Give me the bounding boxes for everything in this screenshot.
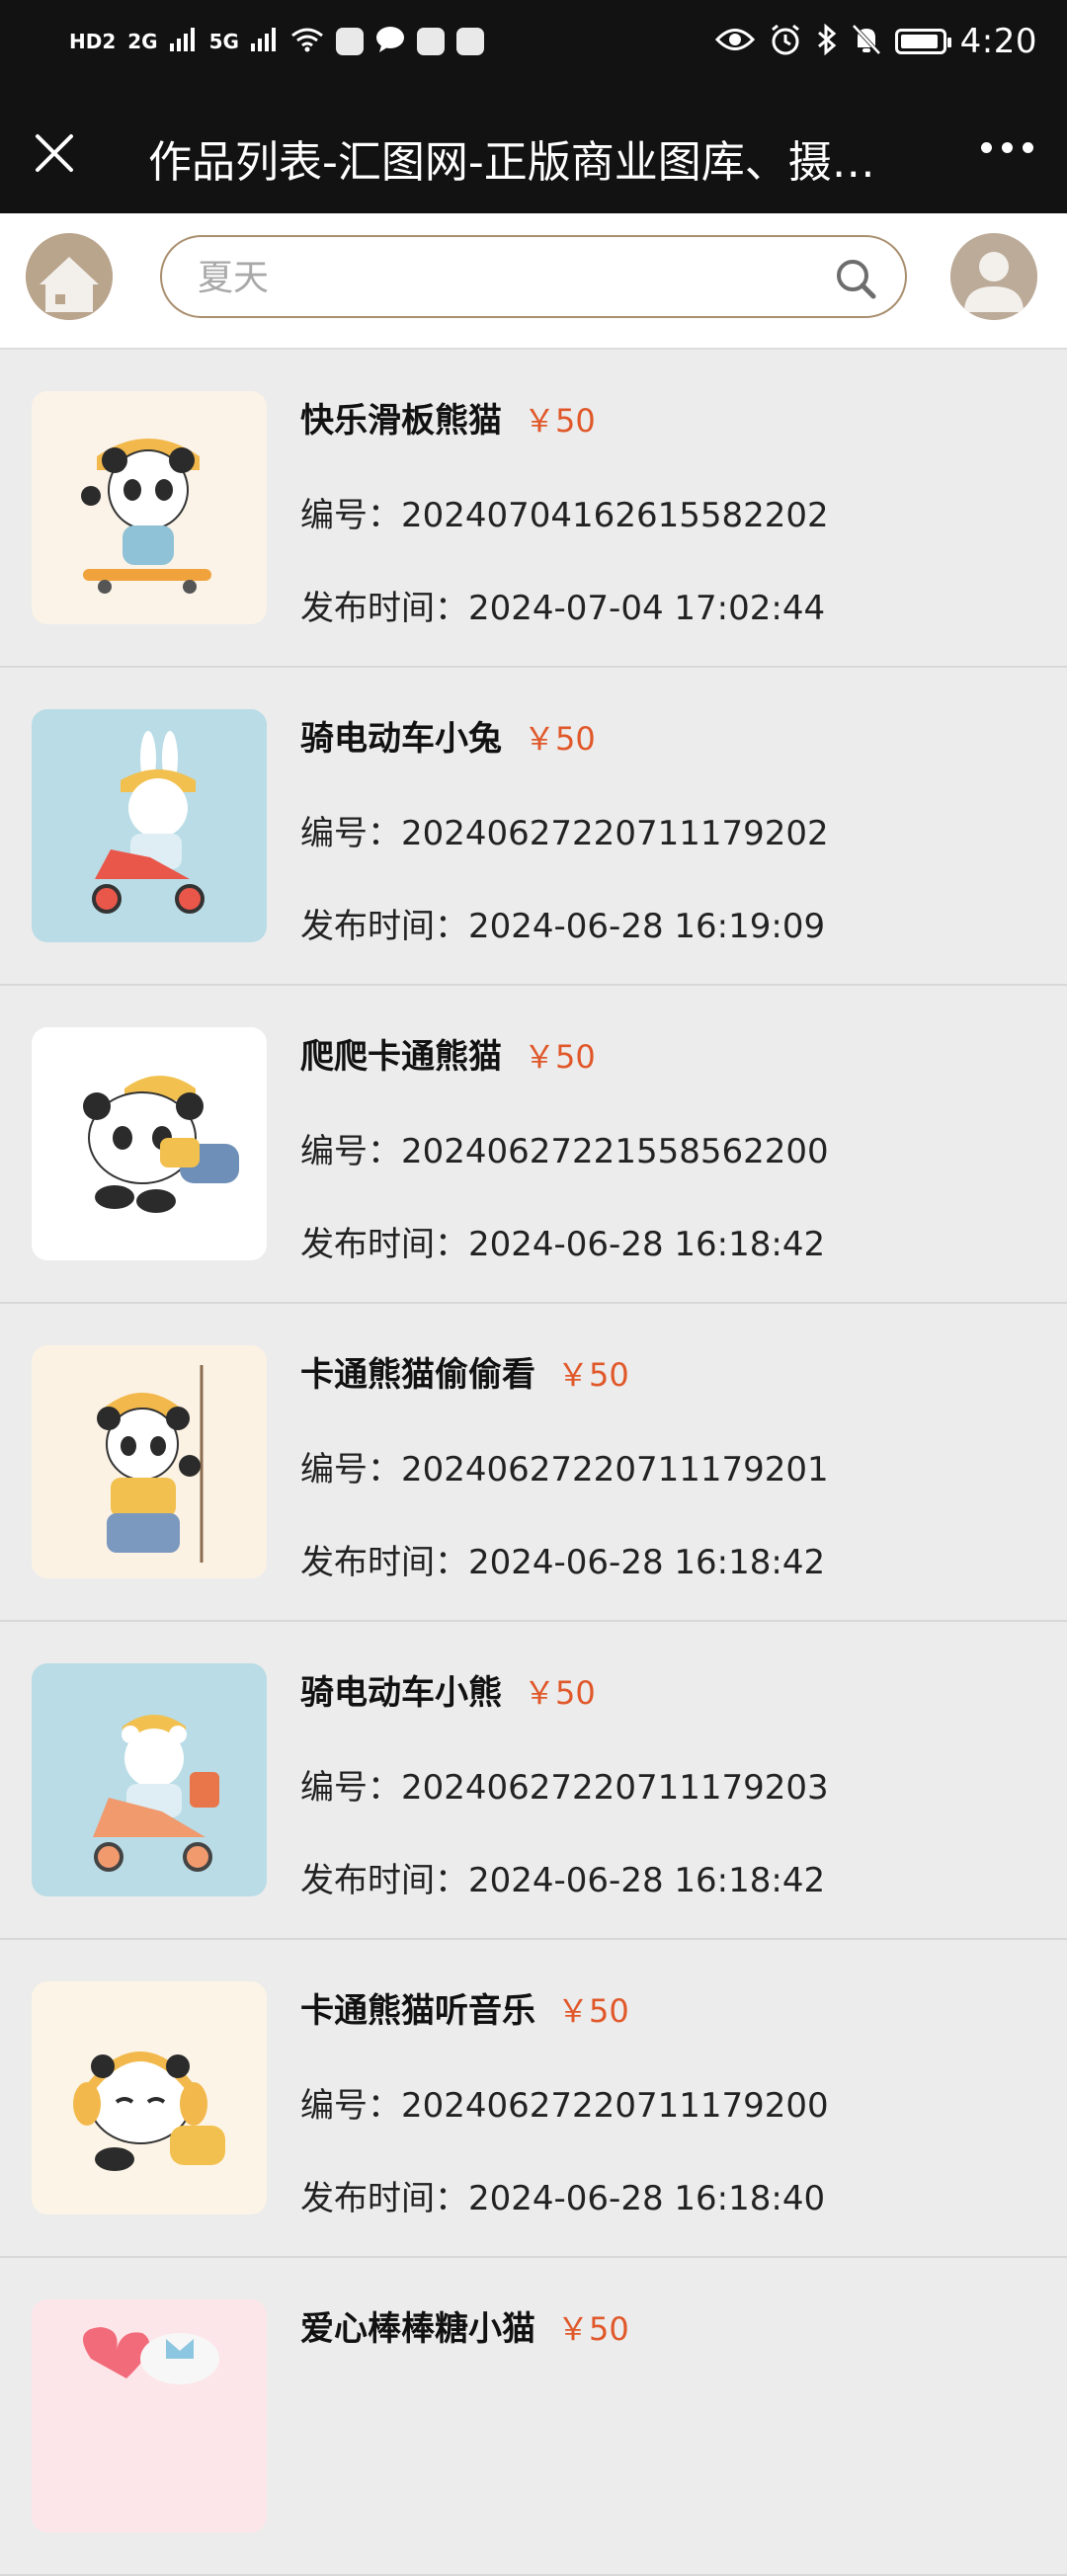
signal-icon-2	[250, 28, 279, 55]
item-price: ￥50	[557, 1356, 629, 1394]
product-thumbnail	[32, 2299, 267, 2533]
more-dot-icon	[1002, 142, 1013, 153]
hd-indicator: HD2	[69, 30, 117, 53]
item-publish-date: 发布时间：2024-07-04 17:02:44	[300, 589, 826, 628]
battery-icon	[894, 29, 951, 54]
item-title: 骑电动车小熊	[300, 1673, 502, 1713]
alarm-icon	[769, 23, 802, 60]
item-code: 编号：20240627221558562200	[300, 1132, 829, 1171]
search-icon[interactable]	[834, 257, 877, 300]
app-notification-icon	[335, 28, 364, 55]
signal-2g-indicator: 2G	[127, 30, 158, 53]
signal-5g-indicator: 5G	[208, 30, 239, 53]
more-dot-icon	[981, 142, 992, 153]
skateboard-panda-image	[32, 391, 267, 624]
more-menu-button[interactable]	[981, 142, 1033, 153]
item-title: 卡通熊猫偷偷看	[300, 1355, 535, 1395]
item-title: 骑电动车小兔	[300, 719, 502, 759]
product-thumbnail	[32, 1345, 267, 1578]
item-title-row: 卡通熊猫偷偷看 ￥50	[300, 1347, 629, 1396]
item-publish-date: 发布时间：2024-06-28 16:19:09	[300, 907, 826, 946]
item-price: ￥50	[557, 2310, 629, 2348]
search-input[interactable]	[196, 251, 792, 304]
item-title-row: 卡通熊猫听音乐 ￥50	[300, 1983, 629, 2032]
chat-icon	[375, 26, 405, 57]
signal-icon	[169, 28, 198, 55]
home-button[interactable]	[26, 233, 113, 320]
item-title-row: 爬爬卡通熊猫 ￥50	[300, 1029, 596, 1078]
product-list: 快乐滑板熊猫 ￥50 编号：20240704162615582202 发布时间：…	[0, 350, 1067, 2576]
wifi-icon	[290, 27, 324, 56]
status-right: 4:20	[714, 22, 1037, 61]
list-item[interactable]: 卡通熊猫听音乐 ￥50 编号：20240627220711179200 发布时间…	[0, 1940, 1067, 2258]
item-code: 编号：20240627220711179200	[300, 2086, 829, 2126]
list-item[interactable]: 爱心棒棒糖小猫 ￥50	[0, 2258, 1067, 2576]
list-item[interactable]: 爬爬卡通熊猫 ￥50 编号：20240627221558562200 发布时间：…	[0, 986, 1067, 1304]
item-title: 卡通熊猫听音乐	[300, 1991, 535, 2031]
item-price: ￥50	[524, 1674, 596, 1712]
item-price: ￥50	[524, 720, 596, 758]
search-field[interactable]	[160, 235, 907, 318]
peeking-panda-image	[32, 1345, 267, 1578]
item-title-row: 快乐滑板熊猫 ￥50	[300, 393, 596, 442]
item-price: ￥50	[524, 1038, 596, 1076]
product-thumbnail	[32, 391, 267, 624]
product-thumbnail	[32, 1981, 267, 2214]
home-icon	[26, 233, 113, 320]
item-price: ￥50	[557, 1992, 629, 2030]
user-avatar-icon	[950, 233, 1037, 320]
item-title-row: 爱心棒棒糖小猫 ￥50	[300, 2301, 629, 2350]
item-title-row: 骑电动车小兔 ￥50	[300, 711, 596, 760]
item-title: 爬爬卡通熊猫	[300, 1037, 502, 1077]
status-left: HD2 2G 5G	[69, 26, 484, 57]
page-title: 作品列表-汇图网-正版商业图库、摄…	[148, 137, 875, 188]
list-item[interactable]: 快乐滑板熊猫 ￥50 编号：20240704162615582202 发布时间：…	[0, 350, 1067, 668]
more-dot-icon	[1023, 142, 1033, 153]
product-thumbnail	[32, 1027, 267, 1260]
item-publish-date: 发布时间：2024-06-28 16:18:40	[300, 2179, 826, 2218]
item-publish-date: 发布时间：2024-06-28 16:18:42	[300, 1861, 826, 1900]
item-code: 编号：20240627220711179201	[300, 1450, 829, 1489]
app-notification-icon-3	[455, 28, 484, 55]
item-title: 快乐滑板熊猫	[300, 401, 502, 441]
clock: 4:20	[959, 22, 1037, 61]
list-item[interactable]: 骑电动车小兔 ￥50 编号：20240627220711179202 发布时间：…	[0, 668, 1067, 986]
item-title-row: 骑电动车小熊 ￥50	[300, 1665, 596, 1714]
item-publish-date: 发布时间：2024-06-28 16:18:42	[300, 1225, 826, 1264]
scooter-bear-image	[32, 1663, 267, 1896]
app-notification-icon-2	[416, 28, 445, 55]
list-item[interactable]: 卡通熊猫偷偷看 ￥50 编号：20240627220711179201 发布时间…	[0, 1304, 1067, 1622]
status-bar: HD2 2G 5G 4:20	[0, 0, 1067, 93]
close-button[interactable]	[30, 128, 79, 178]
eye-icon	[714, 27, 755, 56]
list-item[interactable]: 骑电动车小熊 ￥50 编号：20240627220711179203 发布时间：…	[0, 1622, 1067, 1940]
lollipop-kitten-image	[32, 2299, 267, 2533]
scooter-bunny-image	[32, 709, 267, 942]
avatar-button[interactable]	[950, 233, 1037, 320]
product-thumbnail	[32, 709, 267, 942]
title-bar: 作品列表-汇图网-正版商业图库、摄…	[0, 93, 1067, 213]
mute-icon	[852, 24, 881, 59]
item-publish-date: 发布时间：2024-06-28 16:18:42	[300, 1543, 826, 1582]
item-code: 编号：20240627220711179202	[300, 814, 829, 853]
search-header	[0, 213, 1067, 350]
item-title: 爱心棒棒糖小猫	[300, 2309, 535, 2349]
item-price: ￥50	[524, 402, 596, 440]
crawling-panda-image	[32, 1027, 267, 1260]
product-thumbnail	[32, 1663, 267, 1896]
close-icon	[36, 134, 73, 172]
music-panda-image	[32, 1981, 267, 2214]
bluetooth-icon	[816, 23, 838, 59]
item-code: 编号：20240704162615582202	[300, 496, 829, 535]
item-code: 编号：20240627220711179203	[300, 1768, 829, 1808]
